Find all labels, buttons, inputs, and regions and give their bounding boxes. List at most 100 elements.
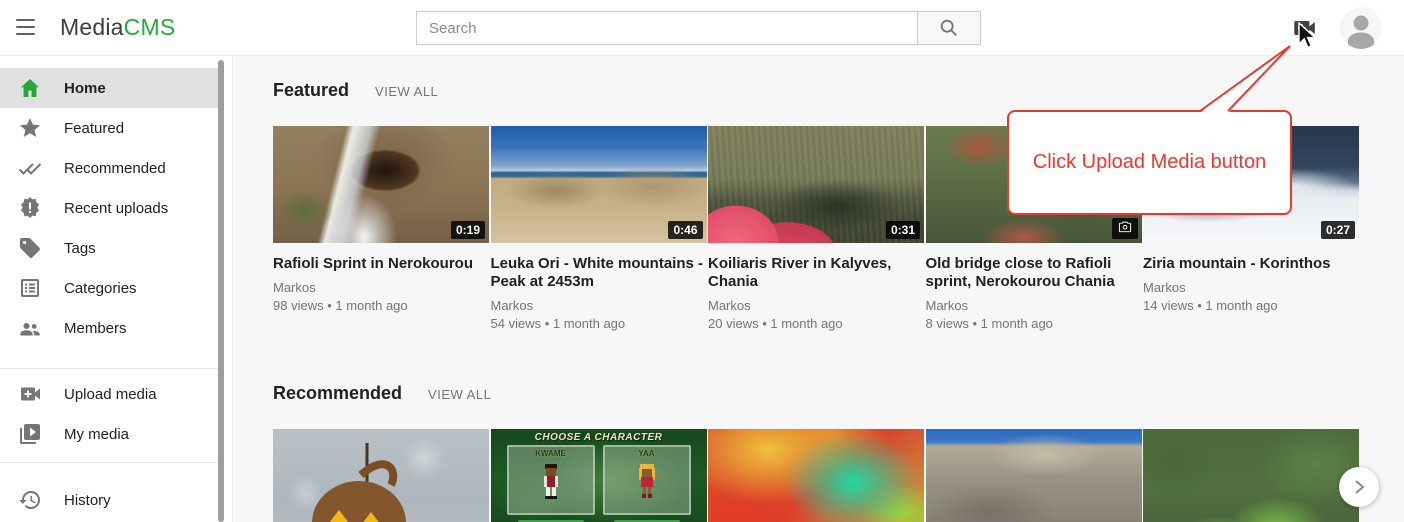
person-icon	[1340, 7, 1382, 49]
chevron-right-icon	[1350, 478, 1368, 496]
video-meta: 8 views • 1 month ago	[926, 315, 1142, 333]
video-author[interactable]: Markos	[708, 297, 924, 315]
sidebar-item-tags[interactable]: Tags	[0, 228, 219, 268]
pumpkin-illustration	[301, 443, 431, 522]
video-title[interactable]: Ziria mountain - Korinthos	[1143, 255, 1359, 273]
search-bar	[416, 11, 981, 45]
sidebar-item-upload-media[interactable]: Upload media	[0, 374, 219, 414]
recommended-view-all-link[interactable]: VIEW ALL	[428, 387, 491, 402]
video-thumbnail-rocky-mountain[interactable]	[926, 429, 1142, 522]
media-card: CHOOSE A CHARACTER KWAME YAA Selected Se…	[491, 429, 707, 522]
video-author[interactable]: Markos	[926, 297, 1142, 315]
top-bar: MediaCMS	[0, 0, 1404, 56]
logo-cms: CMS	[124, 14, 176, 40]
video-author[interactable]: Markos	[491, 297, 707, 315]
media-card	[926, 429, 1142, 522]
video-thumbnail-green-leaves[interactable]	[1143, 429, 1359, 522]
sidebar-scrollbar[interactable]	[218, 60, 224, 522]
recommended-section: Recommended VIEW ALL	[273, 383, 1404, 522]
duration-badge: 0:31	[886, 221, 920, 239]
video-author[interactable]: Markos	[273, 279, 489, 297]
user-avatar[interactable]	[1340, 7, 1382, 49]
sidebar-item-label: Recent uploads	[64, 200, 168, 217]
sidebar: Home Featured Recommended Recent uploads…	[0, 56, 233, 522]
search-icon	[938, 17, 960, 39]
video-author[interactable]: Markos	[1143, 279, 1359, 297]
media-card: 0:46 Leuka Ori - White mountains - Peak …	[491, 126, 707, 333]
sidebar-item-label: History	[64, 492, 111, 509]
media-card	[273, 429, 489, 522]
logo-media: Media	[60, 14, 124, 40]
sidebar-item-categories[interactable]: Categories	[0, 268, 219, 308]
video-meta: 20 views • 1 month ago	[708, 315, 924, 333]
duration-badge: 0:19	[451, 221, 485, 239]
section-title-recommended: Recommended	[273, 383, 402, 404]
sidebar-item-recommended[interactable]: Recommended	[0, 148, 219, 188]
character-figure-kwame	[540, 463, 562, 499]
members-icon	[18, 316, 42, 340]
home-icon	[18, 76, 42, 100]
new-releases-icon	[18, 196, 42, 220]
categories-icon	[18, 276, 42, 300]
done-all-icon	[18, 156, 42, 180]
recommended-row: CHOOSE A CHARACTER KWAME YAA Selected Se…	[273, 429, 1404, 522]
video-thumbnail-rafioli-sprint[interactable]: 0:19	[273, 126, 489, 243]
character-panel: YAA	[603, 445, 691, 515]
sidebar-item-label: My media	[64, 426, 129, 443]
kayak-shape	[708, 181, 844, 243]
mediacms-page: MediaCMS Home Featured	[0, 0, 1404, 522]
upload-media-button[interactable]	[1291, 15, 1317, 41]
duration-badge: 0:27	[1321, 221, 1355, 239]
video-title[interactable]: Koiliaris River in Kalyves, Chania	[708, 255, 924, 291]
sidebar-item-label: Home	[64, 80, 106, 97]
video-thumbnail-pumpkin[interactable]	[273, 429, 489, 522]
video-call-upload-icon	[1291, 15, 1317, 41]
media-card	[708, 429, 924, 522]
video-meta: 54 views • 1 month ago	[491, 315, 707, 333]
sidebar-item-label: Categories	[64, 280, 137, 297]
carousel-next-button[interactable]	[1339, 467, 1379, 507]
video-thumbnail-leuka-ori[interactable]: 0:46	[491, 126, 707, 243]
character-panel: KWAME	[507, 445, 595, 515]
featured-view-all-link[interactable]: VIEW ALL	[375, 84, 438, 99]
video-meta: 98 views • 1 month ago	[273, 297, 489, 315]
sidebar-item-members[interactable]: Members	[0, 308, 219, 348]
logo[interactable]: MediaCMS	[60, 14, 175, 41]
sidebar-item-history[interactable]: History	[0, 480, 219, 520]
video-title[interactable]: Rafioli Sprint in Nerokourou	[273, 255, 489, 273]
game-screen-title: CHOOSE A CHARACTER	[491, 432, 707, 443]
tutorial-callout: Click Upload Media button	[1007, 110, 1292, 215]
video-thumbnail-character-select-game[interactable]: CHOOSE A CHARACTER KWAME YAA Selected Se…	[491, 429, 707, 522]
video-call-icon	[18, 382, 42, 406]
duration-badge: 0:46	[668, 221, 702, 239]
sidebar-item-label: Featured	[64, 120, 124, 137]
sidebar-item-label: Upload media	[64, 386, 157, 403]
sidebar-primary-nav: Home Featured Recommended Recent uploads…	[0, 56, 232, 348]
media-card: 0:31 Koiliaris River in Kalyves, Chania …	[708, 126, 924, 333]
menu-icon[interactable]	[16, 19, 40, 37]
character-name: KWAME	[509, 449, 593, 458]
sidebar-item-featured[interactable]: Featured	[0, 108, 219, 148]
video-title[interactable]: Leuka Ori - White mountains - Peak at 24…	[491, 255, 707, 291]
video-thumbnail-color-gradient[interactable]	[708, 429, 924, 522]
sidebar-item-recent-uploads[interactable]: Recent uploads	[0, 188, 219, 228]
search-input[interactable]	[416, 11, 917, 45]
sidebar-item-my-media[interactable]: My media	[0, 414, 219, 454]
media-type-badge	[1112, 218, 1138, 239]
history-icon	[18, 488, 42, 512]
search-button[interactable]	[917, 11, 981, 45]
sidebar-item-label: Tags	[64, 240, 96, 257]
video-meta: 14 views • 1 month ago	[1143, 297, 1359, 315]
video-thumbnail-koiliaris-river[interactable]: 0:31	[708, 126, 924, 243]
sidebar-secondary-nav: Upload media My media	[0, 369, 232, 454]
sidebar-item-label: Recommended	[64, 160, 166, 177]
star-icon	[18, 116, 42, 140]
photo-camera-icon	[1118, 221, 1132, 233]
video-title[interactable]: Old bridge close to Rafioli sprint, Nero…	[926, 255, 1142, 291]
section-title-featured: Featured	[273, 80, 349, 101]
tag-icon	[18, 236, 42, 260]
video-library-icon	[18, 422, 42, 446]
sidebar-item-label: Members	[64, 320, 127, 337]
sidebar-item-home[interactable]: Home	[0, 68, 219, 108]
media-card: 0:19 Rafioli Sprint in Nerokourou Markos…	[273, 126, 489, 333]
